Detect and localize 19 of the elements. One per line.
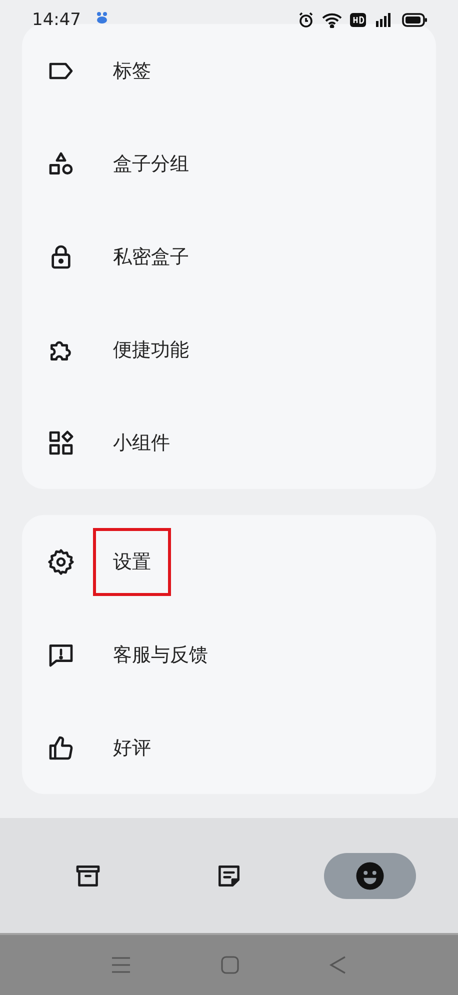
menu-item[interactable]: 设置	[93, 528, 171, 596]
wifi-icon	[322, 12, 342, 28]
nav-tab[interactable]	[324, 852, 416, 898]
shapes-icon	[47, 150, 75, 178]
menu-item[interactable]: 客服与反馈	[113, 642, 208, 668]
settings-icon	[47, 548, 75, 576]
menu-item[interactable]: 小组件	[113, 430, 170, 456]
menu-item[interactable]: 便捷功能	[113, 336, 189, 362]
paw-icon	[95, 10, 109, 26]
thumbs-up-icon	[47, 734, 75, 762]
menu-item[interactable]: 好评	[113, 734, 151, 760]
status-time: 14:47	[32, 10, 81, 30]
battery-icon	[402, 13, 428, 27]
smiley-icon	[354, 860, 385, 890]
menu-item[interactable]: 私密盒子	[113, 244, 189, 270]
menu-item[interactable]: 盒子分组	[113, 150, 189, 176]
menu-item[interactable]: 标签	[113, 58, 151, 84]
alarm-icon	[298, 12, 314, 28]
widgets-icon	[47, 428, 75, 456]
